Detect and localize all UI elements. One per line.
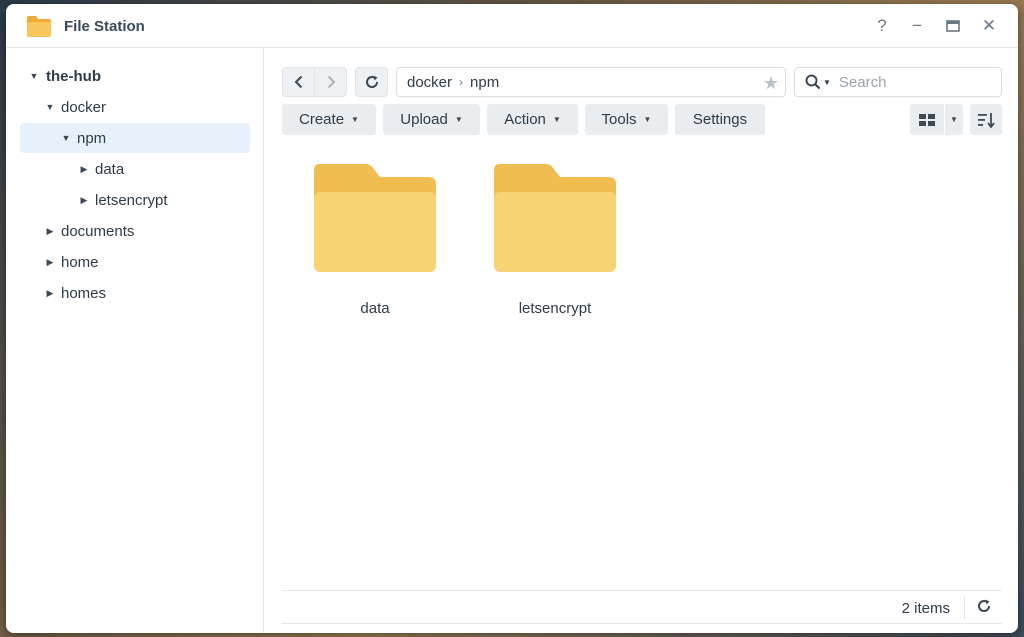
upload-label: Upload — [400, 111, 448, 128]
breadcrumb-npm[interactable]: npm — [470, 74, 499, 91]
caret-right-icon[interactable]: ▶ — [76, 164, 92, 175]
settings-label: Settings — [692, 111, 748, 128]
caret-down-icon[interactable]: ▼ — [58, 133, 74, 143]
dropdown-caret-icon: ▼ — [950, 115, 958, 124]
tree-item-home[interactable]: ▶ home — [42, 247, 242, 277]
caret-right-icon[interactable]: ▶ — [76, 195, 92, 206]
caret-right-icon[interactable]: ▶ — [42, 257, 58, 268]
folder-icon — [494, 164, 616, 272]
action-button[interactable]: Action ▼ — [487, 104, 578, 135]
help-button[interactable]: ? — [870, 14, 894, 38]
dropdown-caret-icon: ▼ — [552, 115, 561, 124]
file-item-folder[interactable]: data — [305, 164, 445, 317]
tree-item-npm[interactable]: ▼ npm — [20, 123, 250, 153]
forward-button[interactable] — [314, 67, 347, 97]
breadcrumb-separator: › — [459, 75, 464, 89]
search-options-caret-icon[interactable]: ▼ — [823, 78, 831, 87]
close-button[interactable]: ✕ — [977, 14, 1001, 38]
folder-icon — [314, 164, 436, 272]
tree-item-data[interactable]: ▶ data — [76, 154, 246, 184]
tree-item-the-hub[interactable]: ▼ the-hub — [26, 61, 246, 91]
grid-view-icon — [919, 113, 935, 126]
dropdown-caret-icon: ▼ — [454, 115, 463, 124]
tree-item-label: the-hub — [46, 67, 101, 85]
sort-icon — [978, 112, 995, 128]
caret-right-icon[interactable]: ▶ — [42, 288, 58, 299]
tools-label: Tools — [601, 111, 637, 128]
maximize-icon — [946, 20, 960, 32]
breadcrumb-docker[interactable]: docker — [407, 74, 452, 91]
minimize-button[interactable]: − — [905, 14, 929, 38]
item-count: 2 items — [901, 600, 950, 617]
tree-item-label: docker — [61, 98, 107, 116]
file-item-folder[interactable]: letsencrypt — [485, 164, 625, 317]
tree-item-letsencrypt[interactable]: ▶ letsencrypt — [76, 185, 246, 215]
caret-down-icon[interactable]: ▼ — [26, 71, 42, 81]
main-panel: docker › npm ★ ▼ Create ▼ Upload ▼ Actio… — [265, 48, 1018, 633]
folder-tree: ▼ the-hub ▼ docker ▼ npm ▶ data ▶ letsen… — [6, 48, 264, 633]
status-divider — [964, 597, 965, 619]
tree-item-docker[interactable]: ▼ docker — [42, 92, 242, 122]
tools-button[interactable]: Tools ▼ — [585, 104, 668, 135]
refresh-icon — [365, 75, 378, 88]
tree-item-label: documents — [61, 222, 135, 240]
minimize-icon: − — [912, 16, 922, 35]
search-icon[interactable] — [805, 74, 821, 90]
tree-item-documents[interactable]: ▶ documents — [42, 216, 242, 246]
file-name: data — [360, 300, 390, 317]
folder-icon — [27, 16, 51, 37]
tree-item-label: home — [61, 253, 99, 271]
path-bar[interactable]: docker › npm ★ — [396, 67, 786, 97]
star-icon[interactable]: ★ — [763, 73, 779, 94]
dropdown-caret-icon: ▼ — [351, 115, 359, 124]
tree-item-label: letsencrypt — [95, 191, 168, 209]
create-button[interactable]: Create ▼ — [282, 104, 376, 135]
tree-item-label: homes — [61, 284, 107, 302]
caret-right-icon[interactable]: ▶ — [42, 226, 58, 237]
view-mode-dropdown[interactable]: ▼ — [945, 104, 963, 135]
tree-item-label: data — [95, 160, 125, 178]
upload-button[interactable]: Upload ▼ — [383, 104, 480, 135]
search-input[interactable] — [838, 73, 979, 91]
settings-button[interactable]: Settings — [675, 104, 765, 135]
refresh-button[interactable] — [355, 67, 388, 97]
back-button[interactable] — [282, 67, 315, 97]
dropdown-caret-icon: ▼ — [643, 115, 652, 124]
caret-down-icon[interactable]: ▼ — [42, 102, 58, 112]
tree-item-homes[interactable]: ▶ homes — [42, 278, 242, 308]
create-label: Create — [299, 111, 345, 128]
view-mode-button[interactable] — [910, 104, 944, 135]
search-box[interactable]: ▼ — [794, 67, 1002, 97]
chevron-right-icon — [327, 75, 335, 89]
action-label: Action — [504, 111, 546, 128]
help-icon: ? — [877, 16, 887, 35]
close-icon: ✕ — [981, 16, 997, 35]
tree-item-label: npm — [77, 129, 107, 147]
refresh-icon — [978, 599, 991, 612]
status-refresh-button[interactable] — [976, 598, 992, 619]
title-bar: File Station ? − ✕ — [6, 4, 1018, 48]
file-name: letsencrypt — [518, 300, 592, 317]
maximize-button[interactable] — [941, 14, 965, 38]
sort-button[interactable] — [970, 104, 1002, 135]
status-bar: 2 items — [282, 590, 1002, 624]
chevron-left-icon — [294, 75, 302, 89]
app-title: File Station — [64, 18, 145, 35]
file-station-window: File Station ? − ✕ ▼ the-hub ▼ docker ▼ — [6, 4, 1018, 633]
